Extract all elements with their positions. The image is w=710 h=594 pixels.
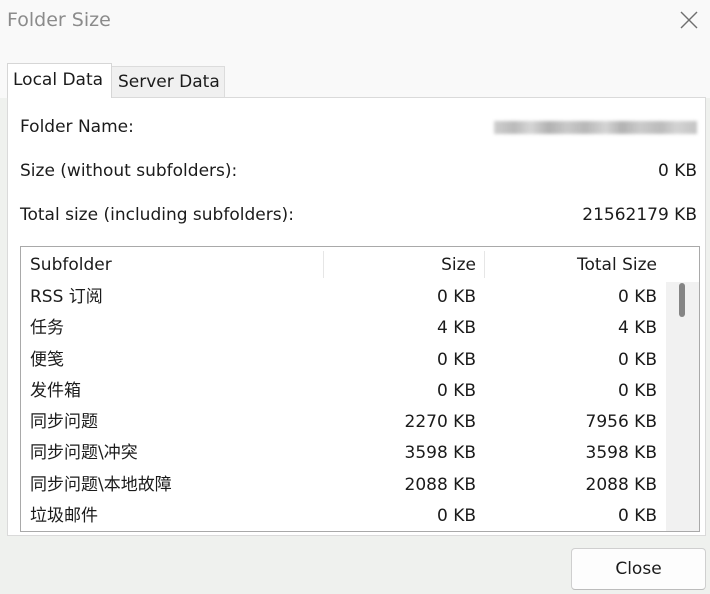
tab-panel-local-data: Folder Name: Size (without subfolders): … — [7, 97, 706, 536]
size-cell: 0 KB — [436, 349, 476, 370]
column-header-size[interactable]: Size — [323, 248, 484, 283]
total-size-cell: 0 KB — [617, 349, 657, 370]
table-row[interactable]: 同步问题\本地故障 2088 KB 2088 KB — [21, 470, 666, 501]
close-icon — [680, 11, 698, 29]
column-header-subfolder[interactable]: Subfolder — [21, 248, 323, 283]
subfolder-name-cell: 便笺 — [30, 349, 64, 370]
size-cell: 0 KB — [436, 287, 476, 307]
folder-name-value-redacted — [494, 121, 697, 134]
size-cell: 2270 KB — [404, 412, 476, 433]
total-size-cell: 7956 KB — [585, 412, 657, 433]
folder-name-label: Folder Name: — [20, 117, 134, 137]
size-cell: 0 KB — [436, 506, 476, 527]
total-size-cell: 0 KB — [617, 506, 657, 527]
table-row[interactable]: 发件箱 0 KB 0 KB — [21, 376, 666, 407]
table-row[interactable]: 任务 4 KB 4 KB — [21, 313, 666, 344]
tab-server-data[interactable]: Server Data — [112, 66, 225, 97]
table-row[interactable]: 同步问题\冲突 3598 KB 3598 KB — [21, 438, 666, 469]
table-row[interactable]: 同步问题 2270 KB 7956 KB — [21, 407, 666, 438]
size-value: 0 KB — [657, 161, 697, 181]
total-size-cell: 3598 KB — [585, 443, 657, 464]
tab-local-data[interactable]: Local Data — [7, 63, 112, 98]
size-cell: 4 KB — [436, 318, 476, 339]
window-close-button[interactable] — [676, 7, 702, 33]
total-size-cell: 0 KB — [617, 380, 657, 401]
total-size-label: Total size (including subfolders): — [20, 205, 294, 225]
column-header-total-size[interactable]: Total Size — [484, 248, 666, 283]
table-row[interactable]: 垃圾邮件 0 KB 0 KB — [21, 501, 666, 531]
close-button[interactable]: Close — [571, 548, 706, 590]
subfolder-name-cell: 同步问题\本地故障 — [30, 474, 172, 495]
list-header: Subfolder Size Total Size — [21, 247, 699, 282]
subfolder-name-cell: RSS 订阅 — [30, 287, 103, 307]
size-label: Size (without subfolders): — [20, 161, 238, 181]
table-row[interactable]: RSS 订阅 0 KB 0 KB — [21, 282, 666, 313]
size-cell: 0 KB — [436, 380, 476, 401]
subfolder-name-cell: 同步问题\冲突 — [30, 443, 138, 464]
total-size-cell: 0 KB — [617, 287, 657, 307]
subfolder-name-cell: 垃圾邮件 — [30, 506, 98, 527]
scrollbar-thumb[interactable] — [679, 283, 685, 317]
total-size-cell: 2088 KB — [585, 474, 657, 495]
subfolder-name-cell: 发件箱 — [30, 380, 81, 401]
table-row[interactable]: 便笺 0 KB 0 KB — [21, 345, 666, 376]
size-cell: 2088 KB — [404, 474, 476, 495]
subfolder-name-cell: 任务 — [30, 318, 64, 339]
size-cell: 3598 KB — [404, 443, 476, 464]
list-body: RSS 订阅 0 KB 0 KB 任务 4 KB 4 KB 便笺 0 KB 0 … — [21, 282, 666, 531]
total-size-cell: 4 KB — [617, 318, 657, 339]
subfolder-list[interactable]: Subfolder Size Total Size RSS 订阅 0 KB 0 … — [20, 246, 700, 532]
subfolder-name-cell: 同步问题 — [30, 412, 98, 433]
list-scrollbar[interactable] — [666, 282, 699, 531]
total-size-value: 21562179 KB — [582, 205, 697, 225]
window-title: Folder Size — [7, 9, 111, 31]
